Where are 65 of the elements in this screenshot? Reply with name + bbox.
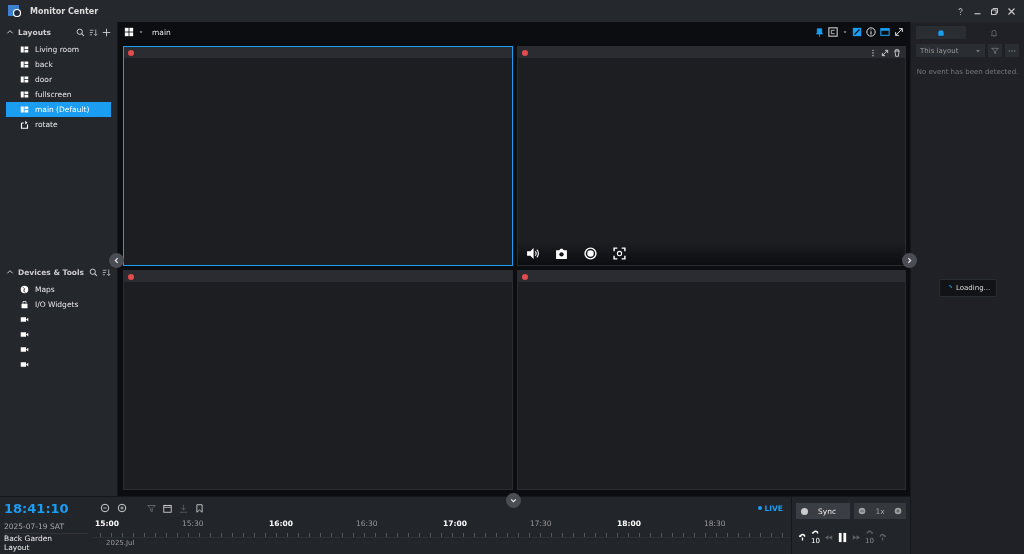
recording-dot bbox=[521, 273, 528, 280]
caret-icon[interactable] bbox=[842, 29, 848, 35]
restore-icon[interactable] bbox=[990, 6, 999, 16]
window-icon[interactable] bbox=[880, 27, 890, 37]
speaker-icon[interactable] bbox=[525, 246, 539, 260]
app-logo-icon bbox=[8, 5, 22, 17]
grid-layout-icon[interactable] bbox=[124, 27, 134, 37]
zoom-out-icon[interactable] bbox=[100, 503, 110, 514]
camera-icon[interactable] bbox=[20, 360, 29, 369]
zoom-in-icon[interactable] bbox=[117, 503, 127, 514]
camera-icon[interactable] bbox=[20, 345, 29, 354]
collapse-icon[interactable] bbox=[6, 28, 14, 36]
camera-icon[interactable] bbox=[20, 330, 29, 339]
pin-icon[interactable] bbox=[815, 27, 824, 37]
sort-icon[interactable] bbox=[89, 27, 98, 37]
layout-icon bbox=[20, 105, 29, 114]
chevron-down-icon bbox=[510, 497, 517, 504]
rotate-icon bbox=[20, 120, 29, 129]
camera-icon[interactable] bbox=[20, 315, 29, 324]
jump-forward-icon bbox=[878, 532, 887, 542]
camera-tile[interactable] bbox=[123, 46, 513, 267]
chevron-right-icon bbox=[906, 257, 913, 264]
recording-dot bbox=[521, 49, 528, 56]
jump-back-icon bbox=[798, 532, 807, 542]
search-icon[interactable] bbox=[76, 27, 85, 37]
add-icon[interactable] bbox=[102, 27, 111, 37]
more-icon[interactable] bbox=[869, 48, 877, 57]
filter-icon[interactable] bbox=[147, 503, 156, 513]
recording-dot bbox=[128, 273, 134, 280]
record-icon[interactable] bbox=[583, 246, 597, 260]
digital-zoom-icon[interactable] bbox=[612, 246, 626, 260]
current-time: 18:41:10 bbox=[4, 499, 70, 518]
calendar-icon[interactable] bbox=[163, 503, 172, 513]
rewind-icon bbox=[824, 532, 833, 542]
caret-icon[interactable] bbox=[138, 29, 144, 35]
globe-icon bbox=[20, 285, 29, 294]
fullscreen-icon[interactable] bbox=[881, 48, 889, 57]
pause-button[interactable] bbox=[837, 531, 848, 543]
caret-icon bbox=[975, 47, 981, 54]
search-icon[interactable] bbox=[89, 267, 98, 277]
close-icon[interactable] bbox=[1007, 6, 1016, 16]
info-icon[interactable] bbox=[866, 27, 876, 37]
chevron-left-icon bbox=[113, 257, 120, 264]
pause-icon bbox=[837, 531, 848, 543]
fullscreen-icon[interactable] bbox=[894, 27, 904, 37]
layout-icon bbox=[20, 45, 29, 54]
jump-back-button[interactable] bbox=[798, 532, 807, 542]
help-icon[interactable] bbox=[956, 6, 965, 16]
layout-icon bbox=[20, 60, 29, 69]
layout-icon bbox=[20, 90, 29, 99]
layout-icon bbox=[20, 75, 29, 84]
delete-icon[interactable] bbox=[893, 48, 901, 57]
image-quality-icon[interactable] bbox=[852, 27, 862, 37]
camera-tile[interactable] bbox=[516, 46, 906, 267]
sort-icon[interactable] bbox=[102, 267, 111, 277]
camera-tile[interactable] bbox=[123, 270, 513, 491]
bookmark-icon[interactable] bbox=[195, 503, 204, 513]
display-mode-icon[interactable] bbox=[828, 27, 838, 37]
recording-dot bbox=[128, 49, 134, 56]
camera-tile[interactable] bbox=[516, 270, 906, 491]
collapse-icon[interactable] bbox=[6, 268, 14, 276]
event-icon[interactable] bbox=[936, 28, 945, 37]
event-tab[interactable] bbox=[916, 26, 966, 39]
window-title: Monitor Center bbox=[30, 6, 99, 16]
snapshot-icon[interactable] bbox=[554, 246, 568, 260]
